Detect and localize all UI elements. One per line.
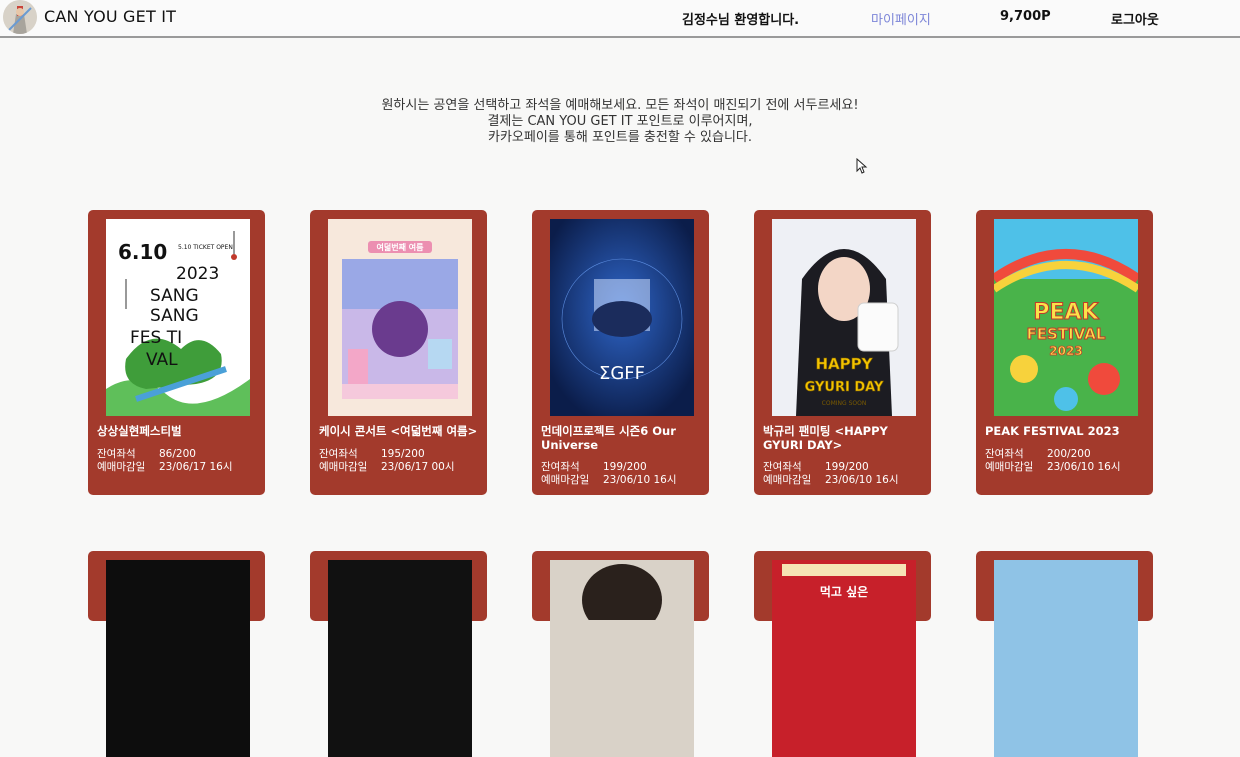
event-card[interactable] — [976, 551, 1153, 757]
poster-text: PEAK — [1033, 300, 1099, 325]
logo-icon[interactable] — [3, 0, 37, 34]
mypage-link[interactable]: 마이페이지 — [871, 9, 931, 28]
deadline-label: 예매마감일 — [319, 461, 368, 473]
deadline-value: 23/06/10 16시 — [1047, 461, 1121, 473]
deadline-row: 예매마감일 23/06/17 16시 — [97, 461, 262, 474]
event-poster[interactable] — [106, 560, 250, 757]
event-title[interactable]: PEAK FESTIVAL 2023 — [985, 424, 1145, 438]
event-title[interactable]: 케이시 콘서트 <여덟번째 여름> — [319, 424, 479, 438]
remaining-label: 잔여좌석 — [541, 461, 580, 473]
brand-title[interactable]: CAN YOU GET IT — [44, 7, 176, 26]
event-card[interactable]: PEAK FESTIVAL 2023 PEAK FESTIVAL 2023 잔여… — [976, 210, 1153, 495]
deadline-value: 23/06/17 00시 — [381, 461, 455, 473]
poster-text: FESTIVAL — [1027, 325, 1106, 343]
poster-text: FES TI — [130, 328, 182, 348]
event-title[interactable]: 상상실현페스티벌 — [97, 424, 257, 438]
poster-text: 6.10 — [118, 240, 167, 264]
deadline-label: 예매마감일 — [541, 474, 590, 486]
intro-line-3: 카카오페이를 통해 포인트를 충전할 수 있습니다. — [488, 130, 752, 145]
welcome-text: 김정수님 환영합니다. — [682, 13, 800, 28]
event-poster[interactable]: 먹고 싶은 — [772, 560, 916, 757]
deadline-label: 예매마감일 — [763, 474, 812, 486]
poster-text: GYURI DAY — [805, 380, 884, 395]
poster-text: 2023 — [176, 264, 219, 284]
logout-link[interactable]: 로그아웃 — [1111, 9, 1159, 28]
event-card[interactable]: 여덟번째 여름 케이시 콘서트 <여덟번째 여름> 잔여좌석 195/200 예매… — [310, 210, 487, 495]
points-balance: 9,700P — [1000, 9, 1051, 24]
deadline-label: 예매마감일 — [985, 461, 1034, 473]
intro-line-2: 결제는 CAN YOU GET IT 포인트로 이루어지며, — [487, 114, 753, 129]
event-poster[interactable] — [328, 560, 472, 757]
deadline-row: 예매마감일 23/06/17 00시 — [319, 461, 484, 474]
remaining-seats-row: 잔여좌석 199/200 — [763, 461, 928, 474]
remaining-label: 잔여좌석 — [319, 448, 358, 460]
event-card[interactable] — [310, 551, 487, 757]
poster-text: 먹고 싶은 — [820, 584, 868, 599]
event-card[interactable] — [532, 551, 709, 757]
poster-text: 2023 — [1049, 344, 1082, 358]
poster-text: VAL — [146, 350, 178, 370]
intro-text: 원하시는 공연을 선택하고 좌석을 예매해보세요. 모든 좌석이 매진되기 전에… — [320, 98, 920, 146]
remaining-label: 잔여좌석 — [97, 448, 136, 460]
event-poster[interactable]: ΣGFF — [550, 219, 694, 416]
poster-text: COMING SOON — [822, 400, 867, 407]
event-poster[interactable]: PEAK FESTIVAL 2023 — [994, 219, 1138, 416]
poster-text: SANG — [150, 286, 199, 306]
event-poster[interactable] — [994, 560, 1138, 757]
deadline-value: 23/06/10 16시 — [825, 474, 899, 486]
deadline-value: 23/06/10 16시 — [603, 474, 677, 486]
event-card[interactable]: ΣGFF 먼데이프로젝트 시즌6 Our Universe 잔여좌석 199/20… — [532, 210, 709, 495]
remaining-value: 199/200 — [603, 461, 647, 473]
deadline-row: 예매마감일 23/06/10 16시 — [985, 461, 1150, 474]
remaining-label: 잔여좌석 — [763, 461, 802, 473]
top-header: CAN YOU GET IT 김정수님 환영합니다. 마이페이지 9,700P … — [0, 0, 1240, 38]
poster-text: 여덟번째 여름 — [377, 242, 425, 252]
remaining-value: 195/200 — [381, 448, 425, 460]
remaining-seats-row: 잔여좌석 200/200 — [985, 448, 1150, 461]
event-card[interactable] — [88, 551, 265, 757]
remaining-value: 86/200 — [159, 448, 196, 460]
event-card[interactable]: HAPPY GYURI DAY COMING SOON 박규리 팬미팅 <HAP… — [754, 210, 931, 495]
event-poster[interactable]: 6.10 5.10 TICKET OPEN 2023 SANG SANG FES… — [106, 219, 250, 416]
deadline-value: 23/06/17 16시 — [159, 461, 233, 473]
remaining-value: 199/200 — [825, 461, 869, 473]
poster-text: ΣGFF — [599, 363, 645, 384]
event-poster[interactable] — [550, 560, 694, 757]
remaining-value: 200/200 — [1047, 448, 1091, 460]
remaining-seats-row: 잔여좌석 195/200 — [319, 448, 484, 461]
event-title[interactable]: 먼데이프로젝트 시즌6 Our Universe — [541, 424, 701, 452]
event-poster[interactable]: HAPPY GYURI DAY COMING SOON — [772, 219, 916, 416]
event-title[interactable]: 박규리 팬미팅 <HAPPY GYURI DAY> — [763, 424, 923, 452]
poster-text: 5.10 TICKET OPEN — [178, 244, 233, 251]
poster-text: HAPPY — [815, 355, 873, 373]
deadline-label: 예매마감일 — [97, 461, 146, 473]
event-card[interactable]: 먹고 싶은 — [754, 551, 931, 757]
remaining-seats-row: 잔여좌석 199/200 — [541, 461, 706, 474]
event-poster[interactable]: 여덟번째 여름 — [328, 219, 472, 416]
event-card[interactable]: 6.10 5.10 TICKET OPEN 2023 SANG SANG FES… — [88, 210, 265, 495]
remaining-label: 잔여좌석 — [985, 448, 1024, 460]
deadline-row: 예매마감일 23/06/10 16시 — [541, 474, 706, 487]
poster-text: SANG — [150, 306, 199, 326]
deadline-row: 예매마감일 23/06/10 16시 — [763, 474, 928, 487]
intro-line-1: 원하시는 공연을 선택하고 좌석을 예매해보세요. 모든 좌석이 매진되기 전에… — [381, 98, 859, 113]
remaining-seats-row: 잔여좌석 86/200 — [97, 448, 262, 461]
mouse-cursor-icon — [856, 158, 868, 174]
